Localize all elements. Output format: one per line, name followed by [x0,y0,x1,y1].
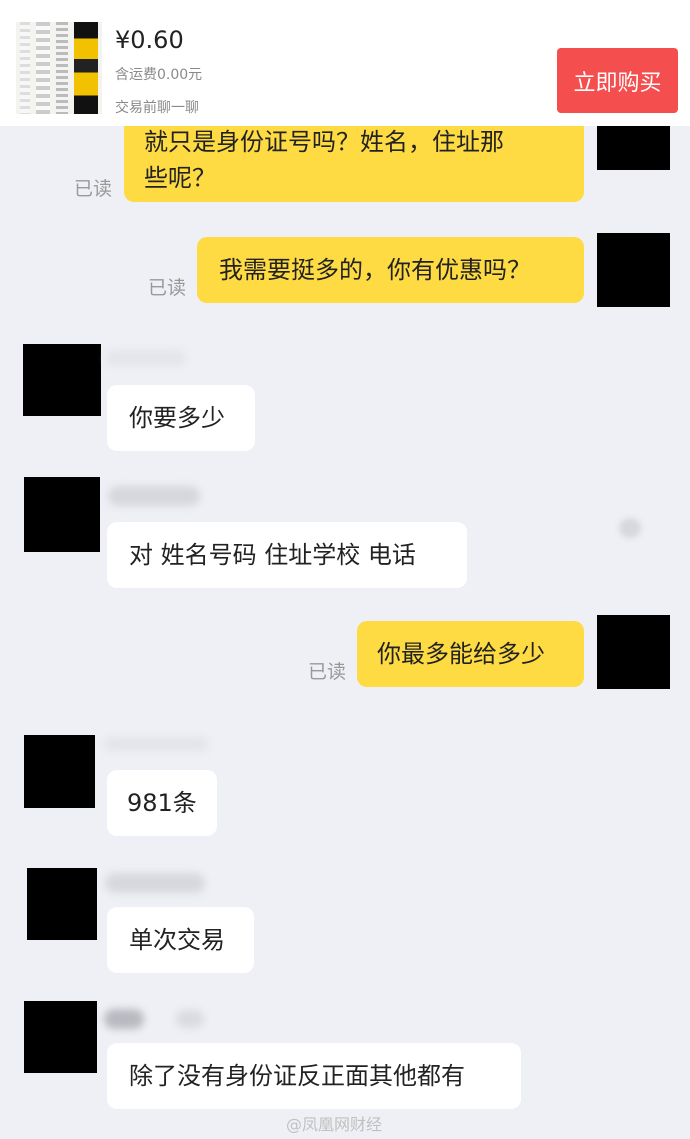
product-thumbnail[interactable] [16,22,102,114]
message-text: 我需要挺多的，你有优惠吗？ [219,256,531,284]
avatar[interactable] [27,868,97,940]
message-bubble-incoming[interactable]: 单次交易 [107,907,254,973]
chat-note: 交易前聊一聊 [115,100,199,116]
read-receipt: 已读 [308,661,347,683]
avatar[interactable] [597,615,670,689]
sender-name-blurred [104,1009,144,1029]
sender-name-blurred [105,873,205,893]
message-text: 981条 [127,789,197,817]
avatar[interactable] [24,477,100,552]
message-text: 除了没有身份证反正面其他都有 [129,1062,465,1090]
read-receipt: 已读 [74,178,113,200]
sender-name-blurred [176,1010,204,1028]
message-text: 单次交易 [129,926,225,954]
sender-name-blurred [104,737,208,751]
avatar[interactable] [597,120,670,170]
message-bubble-incoming[interactable]: 981条 [107,770,217,836]
buy-now-button[interactable]: 立即购买 [557,48,678,113]
product-header: ¥0.60 含运费0.00元 交易前聊一聊 立即购买 [0,0,690,126]
watermark: @凤凰网财经 [286,1115,383,1134]
message-bubble-outgoing[interactable]: 你最多能给多少 [357,621,584,687]
message-bubble-incoming[interactable]: 对 姓名号码 住址学校 电话 [107,522,467,588]
avatar[interactable] [24,1001,97,1073]
message-bubble-incoming[interactable]: 除了没有身份证反正面其他都有 [107,1043,521,1109]
sender-name-blurred [106,350,186,366]
message-text: 就只是身份证号吗？姓名，住址那 [144,128,504,156]
product-price: ¥0.60 [115,26,184,54]
message-bubble-incoming[interactable]: 你要多少 [107,385,255,451]
avatar[interactable] [597,233,670,307]
sender-name-blurred [108,486,200,506]
avatar[interactable] [23,344,101,416]
message-bubble-outgoing[interactable]: 我需要挺多的，你有优惠吗？ [197,237,584,303]
message-text: 些呢？ [144,164,216,192]
message-text: 你最多能给多少 [377,640,545,668]
message-text: 对 姓名号码 住址学校 电话 [129,541,416,569]
read-receipt: 已读 [148,277,187,299]
status-dot-blurred [619,518,641,538]
message-text: 你要多少 [129,404,225,432]
avatar[interactable] [24,735,95,808]
shipping-fee: 含运费0.00元 [115,67,203,83]
